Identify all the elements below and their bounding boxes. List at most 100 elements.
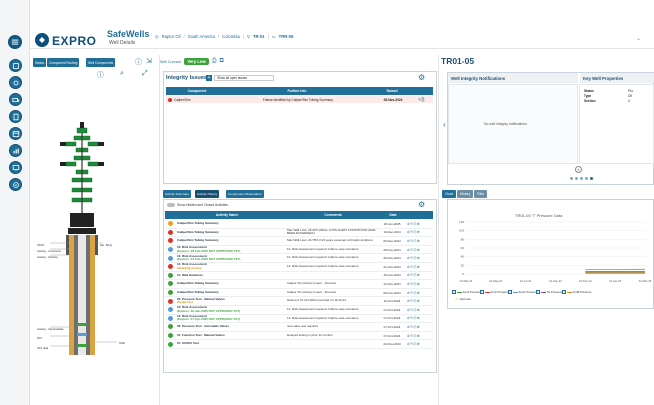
activity-row[interactable]: Caliper/Sim Tubing Summary Caliper Sim Ac…	[165, 280, 433, 289]
status-dot	[168, 333, 173, 339]
column-header[interactable]: Comments	[287, 213, 377, 217]
filter-clear-icon[interactable]: ⚙	[418, 200, 425, 209]
calendar-icon[interactable]	[9, 127, 22, 140]
add-issue-button[interactable]: +	[206, 75, 212, 81]
legend-item[interactable]: AnnB Pressure	[562, 290, 591, 294]
activity-row[interactable]: 13. Risk Assessment (Awaiting Action) 13. …	[165, 263, 433, 272]
activity-row[interactable]: Caliper/Sim Tubing Summary Caliper Sim Ac…	[165, 289, 433, 298]
filter-clear-icon[interactable]: ⚙	[418, 73, 425, 82]
tab-activity-history[interactable]: Activity History	[195, 190, 220, 198]
column-header[interactable]: Raised	[366, 89, 416, 93]
breadcrumb-item[interactable]: South America	[188, 34, 215, 39]
breadcrumb-item[interactable]: TRR-05	[279, 34, 294, 39]
status-dot	[168, 255, 173, 261]
row-actions-icon[interactable]: ⊘✎⎘⊕	[407, 334, 425, 338]
row-actions-icon[interactable]: ⊘✎⎘⊕	[407, 308, 425, 312]
close-carousel-icon[interactable]: ×	[575, 166, 582, 173]
legend-item[interactable]: TH Pressure	[536, 290, 562, 294]
tasks-icon[interactable]	[9, 59, 22, 72]
breadcrumb-item[interactable]: Raptor Oil	[162, 34, 181, 39]
activity-row[interactable]: Caliper/Sim Tubing Summary Max Wall Loss:…	[165, 229, 433, 238]
wellbore-diagram	[50, 122, 117, 355]
row-actions-icon[interactable]: ⊘✎⎘⊕	[407, 230, 425, 234]
activity-row[interactable]: 06. Pressure Test - Automatic Valves new …	[165, 323, 433, 332]
truck-icon[interactable]	[9, 93, 22, 106]
activity-row[interactable]: 12. Well Handover 15-Nov-2024 ⊘✎⎘⊕	[165, 272, 433, 281]
info-icon[interactable]: ⓘ	[135, 57, 142, 67]
show-hidden-toggle[interactable]	[167, 203, 175, 207]
row-actions-icon[interactable]: ⊘✎⎘⊕	[407, 316, 425, 320]
row-actions-icon[interactable]: ⊘✎⎘⊕	[407, 291, 425, 295]
tab-activity-summary[interactable]: Activity Summary	[163, 190, 191, 198]
breadcrumb-item[interactable]: Colombia	[222, 34, 240, 39]
info-icon[interactable]: ⓘ	[97, 70, 104, 80]
activity-row[interactable]: 13. Risk Assessment (Expires: 28-Feb-2025…	[165, 246, 433, 255]
tab-well-components[interactable]: Well Components	[86, 58, 116, 67]
carousel-dot[interactable]	[575, 177, 578, 180]
tab-files[interactable]: Files	[474, 190, 487, 198]
column-header[interactable]: Activity Name	[165, 213, 287, 217]
tab-component-routing[interactable]: Component Routing	[47, 58, 80, 67]
activity-row[interactable]: 13. Risk Assessment (Expires: 24-Feb-2025…	[165, 254, 433, 263]
column-header[interactable]: Component	[166, 89, 226, 93]
carousel-dots[interactable]	[570, 177, 593, 180]
activity-row[interactable]: 13. Risk Assessment (Expires: 30-Jan-2025…	[165, 306, 433, 315]
carousel-dot[interactable]	[570, 177, 573, 180]
breadcrumb-item[interactable]: TR-01	[253, 34, 265, 39]
row-actions-icon[interactable]: ⊘✎⎘⊕	[407, 239, 425, 243]
app-subtitle: Well Details	[109, 40, 136, 46]
print-icon[interactable]: ⎙	[212, 58, 217, 65]
tab-history[interactable]: History	[457, 190, 474, 198]
row-actions-icon[interactable]: ⊘✎⎘⊕	[407, 342, 425, 346]
edit-icon[interactable]: ✎⎘	[418, 97, 425, 102]
carousel-dot[interactable]	[580, 177, 583, 180]
activity-row[interactable]: 01. Function Test - Manual Valves Delayed…	[165, 332, 433, 341]
legend-item[interactable]: AnnC Pressure	[508, 290, 537, 294]
activity-date: 07-Oct-2024	[383, 316, 401, 321]
tab-status[interactable]: Status	[33, 58, 47, 67]
activity-row[interactable]: 13. Risk Assessment (Expires: 07-Apr-2025…	[165, 315, 433, 324]
chevron-left-icon[interactable]: ‹	[443, 120, 446, 129]
column-header[interactable]: Date	[377, 213, 407, 217]
support-icon[interactable]	[9, 178, 22, 191]
settings-icon[interactable]	[9, 76, 22, 89]
chart-icon[interactable]	[9, 144, 22, 157]
zoom-icon[interactable]: ⌕	[120, 70, 124, 78]
tab-component-observation[interactable]: Component Observation	[226, 190, 264, 198]
y-tick-label: 100	[459, 229, 464, 233]
carousel-dot-active[interactable]	[590, 177, 593, 180]
row-actions-icon[interactable]: ⊘✎⎘⊕	[407, 256, 425, 260]
expand-icon[interactable]: ⤢	[142, 70, 148, 78]
chevron-down-icon[interactable]: ⌄	[636, 35, 641, 42]
add-note-button[interactable]: ⚠ Add note	[455, 296, 471, 301]
activity-status-note: Partial Test	[177, 300, 193, 305]
activity-comment: new valve test required	[287, 325, 318, 329]
menu-icon[interactable]	[8, 35, 22, 49]
row-actions-icon[interactable]: ⊘✎⎘⊕	[407, 222, 425, 226]
carousel-dot[interactable]	[585, 177, 588, 180]
row-actions-icon[interactable]: ⊘✎⎘⊕	[407, 282, 425, 286]
monitor-icon[interactable]	[9, 161, 22, 174]
activity-comment: Caliper Sim Activity Import - Success	[287, 282, 337, 286]
issue-row[interactable]: Caliper/Sim Failure identified by Calipe…	[166, 96, 433, 103]
row-actions-icon[interactable]: ⊘✎⎘⊕	[407, 273, 425, 277]
legend-item[interactable]: AnnC Pressure	[480, 290, 509, 294]
show-all-issues-select[interactable]: Show all open issues	[214, 75, 274, 81]
row-actions-icon[interactable]: ⊘✎⎘⊕	[407, 299, 425, 303]
activity-comment: 13. Risk Assessment required: Failure ca…	[287, 247, 359, 251]
row-actions-icon[interactable]: ⊘✎⎘⊕	[407, 325, 425, 329]
external-link-icon[interactable]: ⧉	[220, 58, 224, 65]
activity-row[interactable]: Caliper/Sim Tubing Summary 18-Jan-2025 ⊘✎⎘…	[165, 220, 433, 229]
legend-item[interactable]: AnnA Pressure	[452, 290, 481, 294]
export-icon[interactable]: ⇲	[146, 57, 152, 65]
x-tick-label: 01-Sep-24	[549, 279, 562, 283]
documents-icon[interactable]	[9, 110, 22, 123]
column-header[interactable]: Further Info	[226, 89, 366, 93]
activity-row[interactable]: Caliper/Sim Tubing Summary Max Wall Loss:…	[165, 237, 433, 246]
row-actions-icon[interactable]: ⊘✎⎘⊕	[407, 248, 425, 252]
diagram-label: Casing - Surface	[37, 255, 58, 259]
activity-row[interactable]: 02. Pressure Test - Manual Valves Partial…	[165, 297, 433, 306]
tab-chart[interactable]: Chart	[442, 190, 457, 198]
activity-row[interactable]: 07. SCSSV Test 24-Nov-2023 ⊘✎⎘⊕	[165, 340, 433, 349]
row-actions-icon[interactable]: ⊘✎⎘⊕	[407, 265, 425, 269]
